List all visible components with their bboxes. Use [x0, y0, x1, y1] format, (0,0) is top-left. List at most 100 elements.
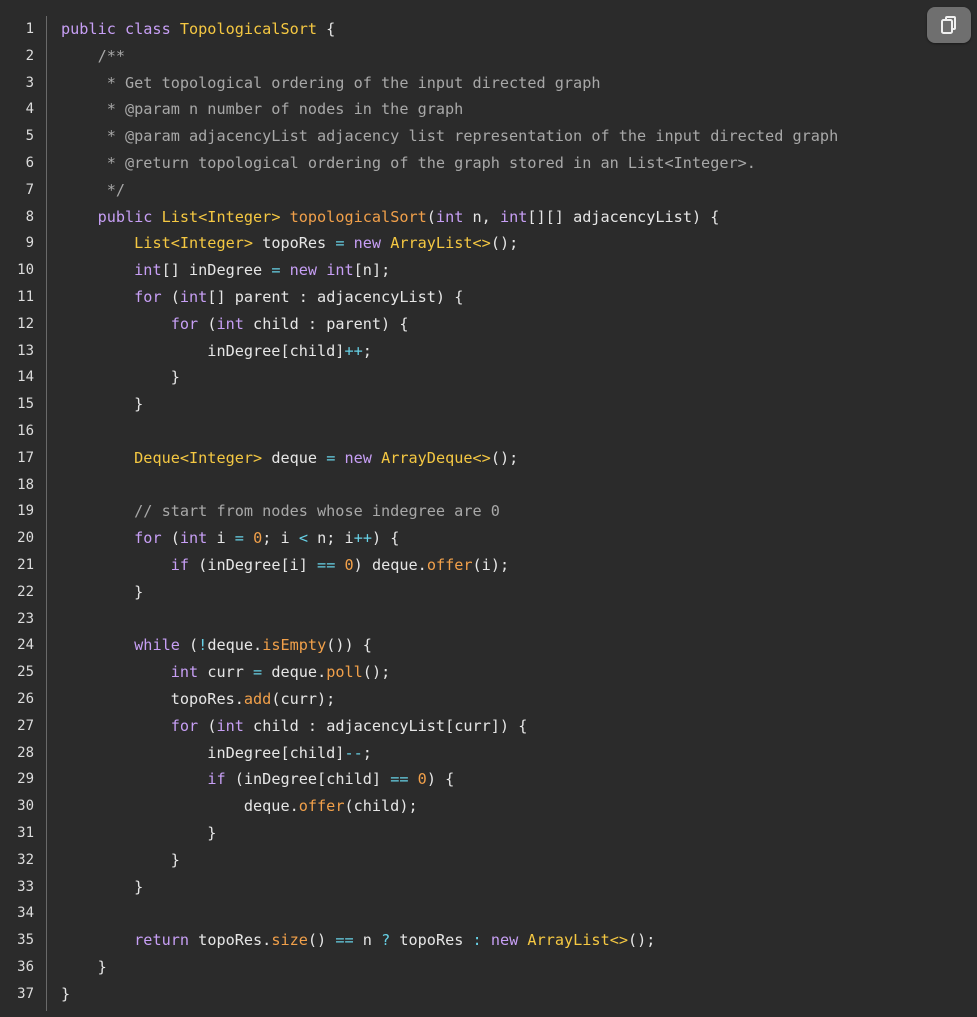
code-line: 22 }: [0, 579, 977, 606]
code-token: --: [344, 743, 363, 762]
line-number: 30: [17, 798, 34, 815]
code-token: int: [179, 529, 208, 548]
code-token: ++: [353, 529, 372, 548]
code-line: 32 }: [0, 847, 977, 874]
code-text: public class TopologicalSort {: [61, 16, 335, 43]
code-line: 12 for (int child : parent) {: [0, 311, 977, 338]
code-line: 17 Deque<Integer> deque = new ArrayDeque…: [0, 445, 977, 472]
code-token: 0: [253, 529, 263, 548]
code-text: for (int child : parent) {: [61, 311, 409, 338]
code-token: int: [216, 716, 244, 735]
code-text: * @return topological ordering of the gr…: [61, 150, 756, 177]
line-number: 17: [17, 449, 34, 466]
code-token: ) deque.: [353, 555, 427, 574]
code-text: inDegree[child]++;: [61, 338, 372, 365]
code-token: ==: [390, 770, 409, 789]
code-token: ()) {: [326, 636, 372, 655]
code-token: }: [61, 823, 217, 842]
code-token: /**: [61, 46, 126, 65]
code-token: [][] adjacencyList) {: [527, 207, 720, 226]
code-line: 26 topoRes.add(curr);: [0, 686, 977, 713]
code-text: }: [61, 847, 180, 874]
code-token: }: [61, 582, 144, 601]
line-number: 32: [17, 851, 34, 868]
line-number: 26: [17, 690, 34, 707]
code-text: * @param adjacencyList adjacency list re…: [61, 123, 839, 150]
code-token: n,: [463, 207, 500, 226]
code-token: add: [243, 689, 272, 708]
code-token: n; i: [307, 529, 354, 548]
code-text: }: [61, 874, 143, 901]
code-line: 1 public class TopologicalSort {: [0, 16, 977, 43]
code-line: 30 deque.offer(child);: [0, 793, 977, 820]
code-token: ) {: [426, 770, 455, 789]
code-token: int: [499, 207, 528, 226]
code-line: 3 * Get topological ordering of the inpu…: [0, 70, 977, 97]
code-token: [] inDegree: [161, 261, 272, 280]
code-token: (: [198, 716, 217, 735]
code-token: ++: [344, 341, 363, 360]
code-token: }: [61, 395, 144, 414]
line-number: 12: [17, 315, 34, 332]
code-text: }: [61, 391, 143, 418]
code-line: 21 if (inDegree[i] == 0) deque.offer(i);: [0, 552, 977, 579]
code-token: }: [61, 850, 180, 869]
code-token: ;: [362, 341, 372, 360]
line-number: 1: [25, 21, 34, 37]
line-number: 23: [17, 610, 34, 627]
code-token: ();: [490, 448, 519, 467]
code-text: }: [61, 579, 143, 606]
code-token: ;: [362, 743, 372, 762]
line-number: 28: [17, 744, 34, 761]
code-line: 9 List<Integer> topoRes = new ArrayList<…: [0, 230, 977, 257]
code-token: 0: [417, 770, 427, 789]
code-token: ) {: [371, 529, 400, 548]
code-text: }: [61, 364, 180, 391]
code-token: deque.: [262, 663, 327, 682]
code-text: for (int[] parent : adjacencyList) {: [61, 284, 463, 311]
code-token: topoRes: [390, 931, 473, 950]
code-token: ();: [362, 663, 391, 682]
code-token: int: [134, 261, 162, 280]
code-block: 1 public class TopologicalSort {2 /** 3 * …: [0, 0, 977, 1017]
code-token: for: [134, 287, 162, 306]
copy-button[interactable]: [927, 7, 971, 43]
code-line: 25 int curr = deque.poll();: [0, 659, 977, 686]
code-text: for (int child : adjacencyList[curr]) {: [61, 713, 528, 740]
code-line: 29 if (inDegree[child] == 0) {: [0, 766, 977, 793]
code-text: if (inDegree[child] == 0) {: [61, 766, 454, 793]
code-token: return: [134, 931, 190, 950]
code-token: int: [216, 314, 244, 333]
code-token: int: [179, 287, 208, 306]
code-token: i: [207, 529, 235, 548]
line-number: 8: [25, 208, 34, 225]
code-token: public: [61, 207, 162, 226]
line-number: 19: [17, 503, 34, 520]
line-number: 29: [17, 771, 34, 788]
code-token: topoRes.: [61, 689, 244, 708]
code-token: ();: [490, 234, 519, 253]
code-text: // start from nodes whose indegree are 0: [61, 498, 500, 525]
code-text: List<Integer> topoRes = new ArrayList<>(…: [61, 230, 518, 257]
line-number: 33: [17, 878, 34, 895]
code-token: ArrayList<>: [390, 234, 491, 253]
code-token: while: [134, 636, 180, 655]
code-token: deque: [262, 448, 327, 467]
code-line: 27 for (int child : adjacencyList[curr])…: [0, 713, 977, 740]
code-lines: 1 public class TopologicalSort {2 /** 3 * …: [0, 16, 977, 1007]
code-token: (inDegree[i]: [189, 555, 318, 574]
line-number: 3: [25, 74, 34, 91]
code-line: 5 * @param adjacencyList adjacency list …: [0, 123, 977, 150]
code-text: * Get topological ordering of the input …: [61, 70, 601, 97]
